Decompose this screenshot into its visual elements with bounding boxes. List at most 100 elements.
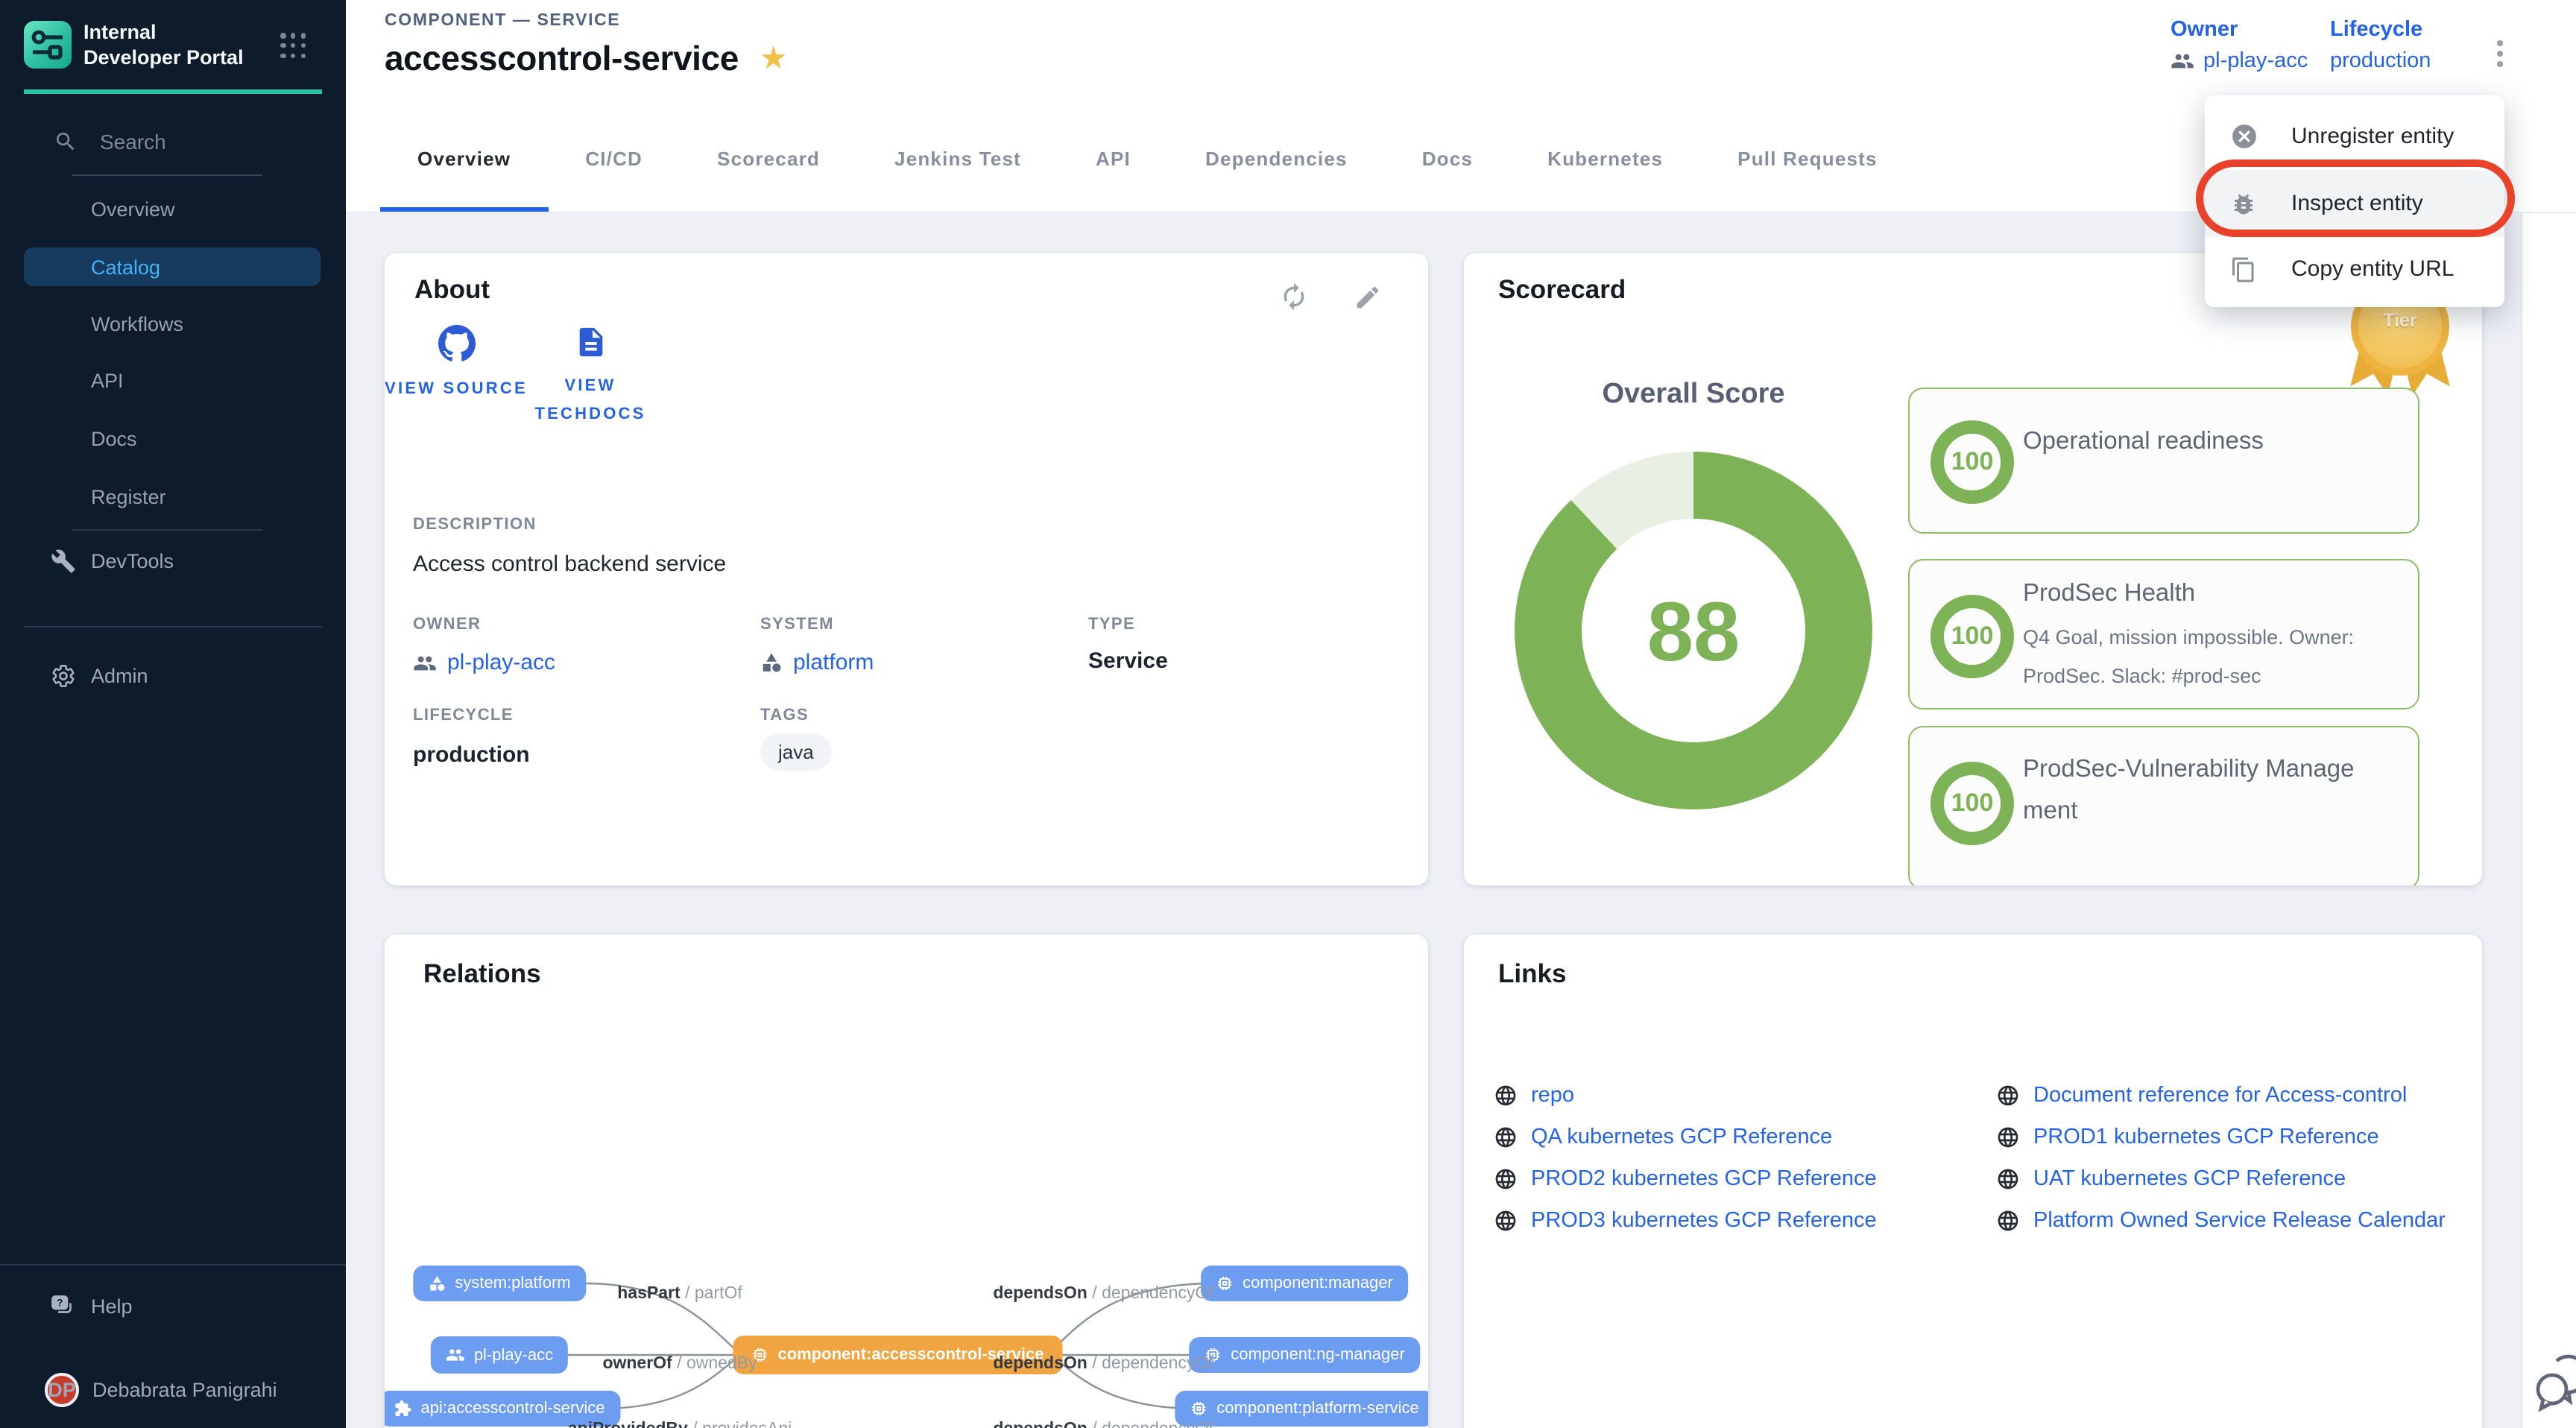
tab-dependencies[interactable]: Dependencies: [1168, 106, 1385, 212]
sidebar-item-admin[interactable]: Admin: [0, 653, 346, 698]
tab-api[interactable]: API: [1058, 106, 1168, 212]
tag-chip[interactable]: java: [760, 733, 832, 771]
sidebar-divider: [0, 1264, 346, 1266]
github-icon: [438, 325, 475, 362]
screen: Internal Developer Portal Overview Catal…: [0, 0, 2576, 1428]
owner-block: Owner pl-play-acc: [2171, 18, 2308, 73]
owner-link[interactable]: pl-play-acc: [2171, 49, 2308, 73]
graph-node-system-platform[interactable]: system:platform: [413, 1266, 585, 1301]
entity-context-menu: Unregister entity Inspect entity Copy en…: [2205, 95, 2504, 307]
sidebar-item-workflows[interactable]: Workflows: [24, 304, 321, 343]
menu-item-unregister-entity[interactable]: Unregister entity: [2205, 103, 2504, 170]
link-qa-kubernetes[interactable]: QA kubernetes GCP Reference: [1494, 1125, 1832, 1149]
refresh-icon[interactable]: [1272, 274, 1316, 319]
favorite-star-icon[interactable]: ★: [760, 43, 788, 75]
system-field-label: SYSTEM: [760, 616, 834, 634]
scrollbar-gutter[interactable]: [2521, 213, 2576, 1428]
group-icon: [413, 651, 437, 674]
tab-docs[interactable]: Docs: [1385, 106, 1510, 212]
sidebar-divider: [72, 529, 262, 531]
score-item-prodsec-vulnerability[interactable]: 100 ProdSec-Vulnerability Management: [1908, 726, 2419, 885]
owner-field-link[interactable]: pl-play-acc: [413, 650, 555, 675]
link-uat-kubernetes[interactable]: UAT kubernetes GCP Reference: [1996, 1167, 2346, 1191]
techdocs-icon: [573, 325, 607, 359]
lifecycle-field-value: production: [413, 742, 530, 768]
tab-jenkins-test[interactable]: Jenkins Test: [857, 106, 1058, 212]
sidebar-item-register[interactable]: Register: [24, 477, 321, 516]
owner-label[interactable]: Owner: [2171, 18, 2308, 42]
edge-label-dependson-3: dependsOn / dependencyOf: [993, 1421, 1213, 1428]
app-logo-icon[interactable]: [24, 21, 72, 69]
search-icon: [54, 130, 78, 154]
score-item-prodsec-health[interactable]: 100 ProdSec Health Q4 Goal, mission impo…: [1908, 559, 2419, 710]
help-chat-icon: ?: [49, 1292, 76, 1320]
search-input[interactable]: [97, 128, 282, 155]
tab-pull-requests[interactable]: Pull Requests: [1700, 106, 1915, 212]
score-ring: 100: [1931, 420, 2014, 504]
sidebar-item-help[interactable]: ? Help: [0, 1283, 346, 1328]
links-card: Links repo QA kubernetes GCP Reference P…: [1464, 935, 2482, 1428]
score-ring: 100: [1931, 595, 2014, 678]
score-ring: 100: [1931, 762, 2014, 845]
bug-icon: [2229, 190, 2258, 217]
user-avatar: DP: [45, 1372, 79, 1406]
links-card-title: Links: [1498, 958, 1566, 990]
lifecycle-value[interactable]: production: [2330, 49, 2431, 73]
app-title: Internal Developer Portal: [83, 19, 256, 70]
tab-cicd[interactable]: CI/CD: [548, 106, 680, 212]
wrench-icon: [49, 548, 76, 573]
edge-label-ownerof: ownerOf / ownedBy: [602, 1355, 757, 1373]
system-icon: [760, 651, 783, 674]
svg-text:?: ?: [57, 1296, 63, 1307]
graph-node-component-ng-manager[interactable]: component:ng-manager: [1189, 1337, 1420, 1373]
group-icon: [2171, 49, 2194, 73]
tab-overview[interactable]: Overview: [380, 106, 548, 212]
view-source-label: VIEW SOURCE: [385, 376, 528, 404]
sidebar-item-catalog[interactable]: Catalog: [24, 247, 321, 286]
graph-node-component-manager[interactable]: component:manager: [1201, 1266, 1408, 1301]
lifecycle-label[interactable]: Lifecycle: [2330, 18, 2431, 42]
edge-label-dependson-2: dependsOn / dependencyOf: [993, 1355, 1213, 1373]
description-value: Access control backend service: [413, 552, 726, 577]
scorecard-card: Scorecard Tier Overall Score 88 100 Oper…: [1464, 253, 2482, 885]
system-field-link[interactable]: platform: [760, 650, 874, 675]
sidebar-item-docs[interactable]: Docs: [24, 419, 321, 458]
tier-badge-label: Tier: [2351, 310, 2449, 331]
link-doc-reference[interactable]: Document reference for Access-control: [1996, 1084, 2407, 1108]
owner-field-label: OWNER: [413, 616, 481, 634]
link-repo[interactable]: repo: [1494, 1084, 1574, 1108]
sidebar-item-api[interactable]: API: [24, 361, 321, 399]
lifecycle-field-label: LIFECYCLE: [413, 707, 514, 724]
link-prod2-kubernetes[interactable]: PROD2 kubernetes GCP Reference: [1494, 1167, 1877, 1191]
more-options-button[interactable]: [2487, 33, 2513, 75]
view-techdocs-label: VIEW TECHDOCS: [519, 373, 662, 429]
type-field-value: Service: [1088, 648, 1168, 674]
search-underline: [72, 174, 262, 176]
menu-item-copy-entity-url[interactable]: Copy entity URL: [2205, 236, 2504, 303]
feedback-chat-icon[interactable]: [2533, 1346, 2576, 1418]
overall-score-label: Overall Score: [1544, 379, 1843, 411]
view-source-button[interactable]: VIEW SOURCE: [385, 325, 528, 404]
tab-scorecard[interactable]: Scorecard: [680, 106, 857, 212]
about-card-title: About: [414, 274, 490, 306]
link-prod3-kubernetes[interactable]: PROD3 kubernetes GCP Reference: [1494, 1209, 1877, 1233]
graph-node-pl-play-acc[interactable]: pl-play-acc: [431, 1336, 568, 1374]
description-label: DESCRIPTION: [413, 516, 537, 534]
menu-item-inspect-entity[interactable]: Inspect entity: [2205, 170, 2504, 237]
sidebar: Internal Developer Portal Overview Catal…: [0, 0, 346, 1428]
apps-grid-icon[interactable]: [280, 33, 307, 60]
sidebar-divider: [24, 626, 322, 628]
score-item-operational-readiness[interactable]: 100 Operational readiness: [1908, 388, 2419, 534]
edit-pencil-icon[interactable]: [1345, 274, 1389, 319]
edge-label-dependson-1: dependsOn / dependencyOf: [993, 1285, 1213, 1303]
tab-kubernetes[interactable]: Kubernetes: [1510, 106, 1700, 212]
user-profile[interactable]: DP Debabrata Panigrahi: [0, 1367, 346, 1412]
link-prod1-kubernetes[interactable]: PROD1 kubernetes GCP Reference: [1996, 1125, 2379, 1149]
breadcrumb: COMPONENT — SERVICE: [385, 12, 620, 30]
sidebar-item-overview[interactable]: Overview: [24, 189, 321, 228]
view-techdocs-button[interactable]: VIEW TECHDOCS: [519, 325, 662, 429]
user-name: Debabrata Panigrahi: [92, 1378, 277, 1400]
sidebar-item-devtools[interactable]: DevTools: [0, 538, 346, 583]
link-release-calendar[interactable]: Platform Owned Service Release Calendar: [1996, 1209, 2446, 1233]
tags-field-label: TAGS: [760, 707, 809, 724]
